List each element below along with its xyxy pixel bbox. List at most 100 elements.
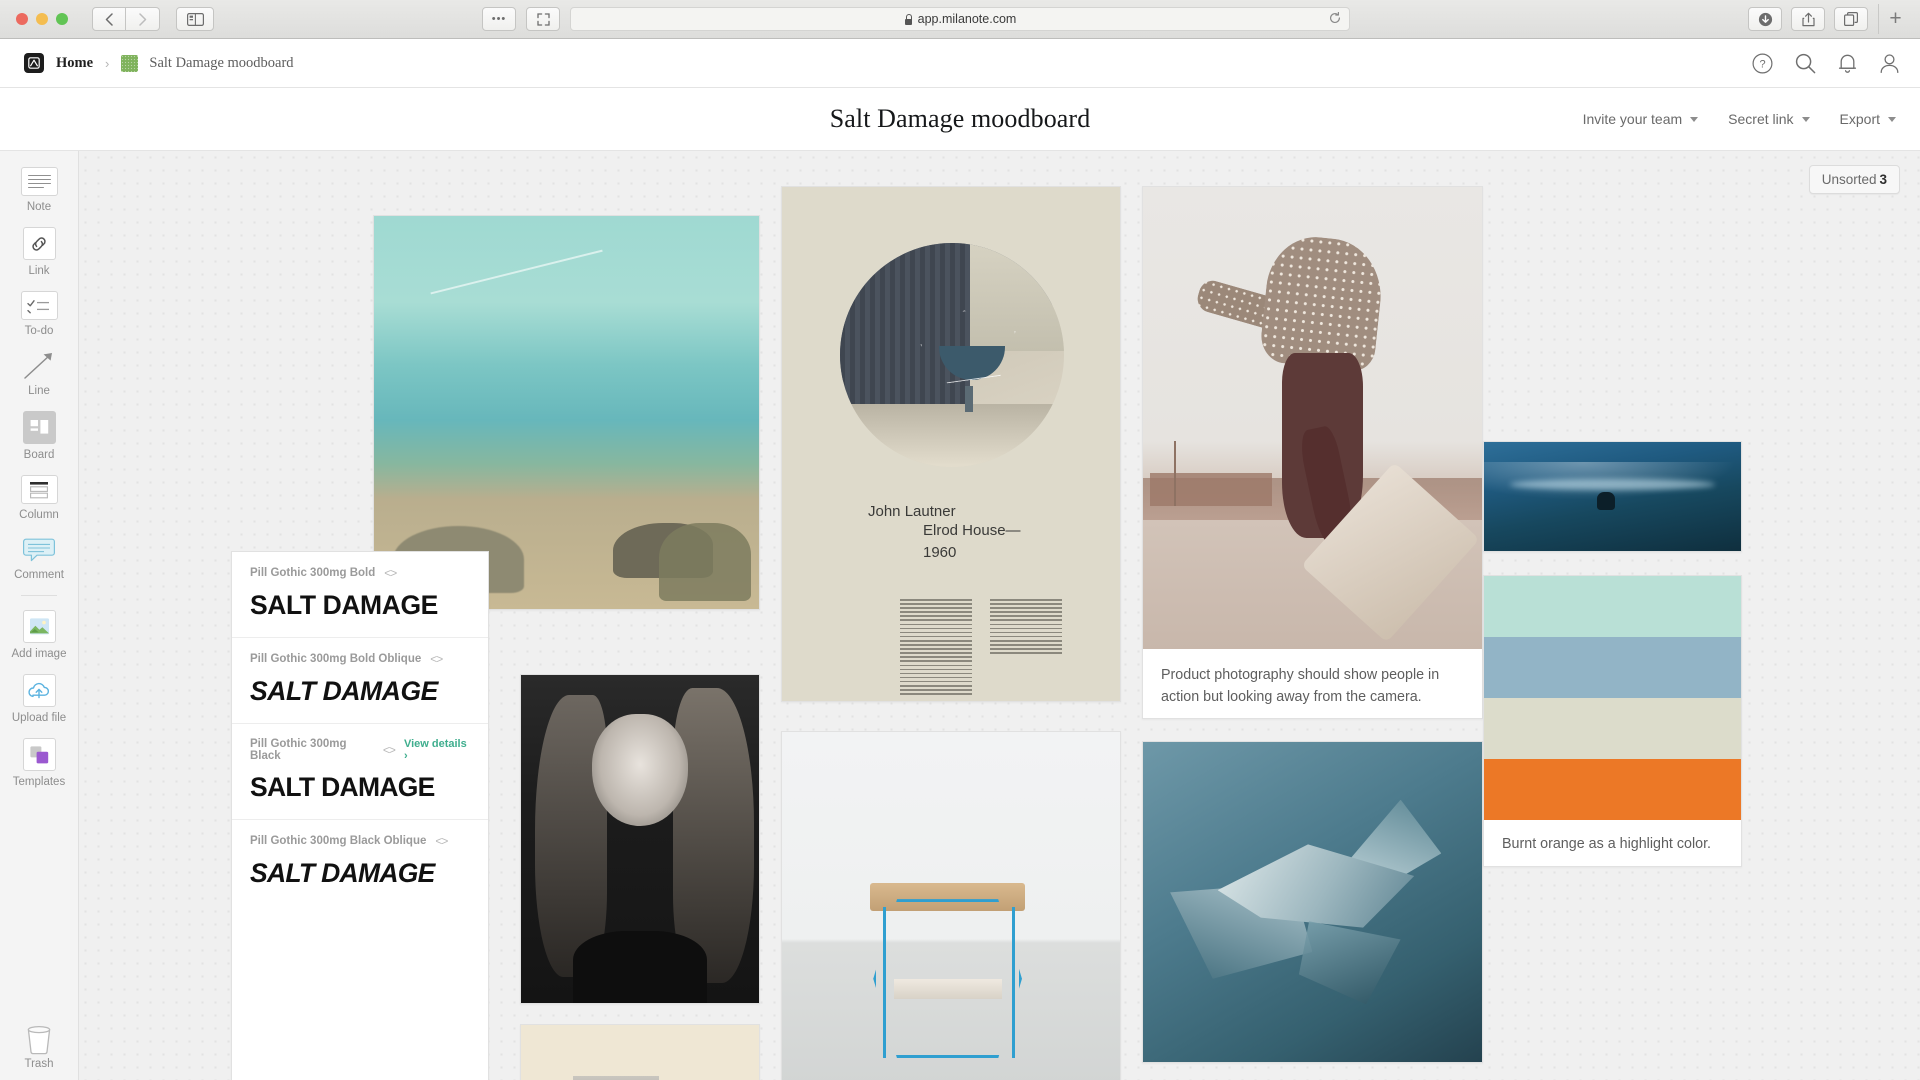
type-name: Pill Gothic 300mg Bold [250,567,376,579]
card-surfer-wave-photo[interactable] [1483,441,1742,552]
type-specimen: SALT DAMAGE [250,858,435,888]
export-button[interactable]: Export [1840,111,1896,127]
forward-button[interactable] [126,7,160,31]
maximize-window-button[interactable] [56,13,68,25]
card-color-palette[interactable]: Burnt orange as a highlight color. [1483,575,1742,867]
back-button[interactable] [92,7,126,31]
card-portrait-photo[interactable] [520,674,760,1004]
breadcrumb-home-link[interactable]: Home [56,55,93,72]
type-row[interactable]: Pill Gothic 300mg Bold Oblique <> SALT D… [232,638,488,724]
invite-your-team-button[interactable]: Invite your team [1583,111,1699,127]
type-name: Pill Gothic 300mg Black Oblique [250,835,427,847]
card-skateboarder-photo[interactable]: Product photography should show people i… [1142,186,1483,719]
type-specimen: SALT DAMAGE [250,772,435,802]
search-icon[interactable] [1795,53,1816,74]
type-specimen: SALT DAMAGE [250,676,438,706]
palette-swatch-burnt-orange [1484,759,1741,820]
downloads-button[interactable] [1748,7,1782,31]
tool-line[interactable]: Line [0,351,78,397]
view-details-link[interactable]: View details › [404,738,470,762]
code-icon[interactable]: <> [384,566,397,580]
caption-burnt-orange[interactable]: Burnt orange as a highlight color. [1484,820,1741,866]
unsorted-label: Unsorted [1821,172,1877,187]
card-typography-specimens[interactable]: Pill Gothic 300mg Bold <> SALT DAMAGE Pi… [231,551,489,1080]
arrow-line-icon [21,351,58,380]
tool-link[interactable]: Link [0,227,78,277]
tool-upload-file[interactable]: Upload file [0,674,78,724]
card-hex-side-table-photo[interactable] [781,731,1121,1080]
type-meta: Pill Gothic 300mg Black Oblique <> [250,834,470,848]
reload-button[interactable] [1329,11,1341,27]
more-options-button[interactable]: ••• [482,7,516,31]
board-canvas[interactable]: Unsorted 3 John Lautner Elrod House— 196… [79,151,1920,1080]
tool-comment[interactable]: Comment [0,535,78,581]
window-traffic-lights [0,13,68,25]
surfer-wave-photo [1484,442,1741,551]
help-icon[interactable]: ? [1752,53,1773,74]
code-icon[interactable]: <> [435,834,448,848]
palette-swatch-steel-blue [1484,637,1741,698]
tool-comment-label: Comment [14,569,64,581]
board-header: Salt Damage moodboard Invite your team S… [0,88,1920,151]
card-orange-collage-photo[interactable]: m [520,1024,760,1080]
sidebar-toggle-button[interactable] [176,7,214,31]
tool-trash[interactable]: Trash [0,1024,78,1070]
type-name: Pill Gothic 300mg Black [250,738,347,762]
upload-cloud-icon [22,674,56,707]
breadcrumb-separator: › [105,55,110,71]
caption-product-photography[interactable]: Product photography should show people i… [1143,649,1482,718]
page-title[interactable]: Salt Damage moodboard [830,104,1091,134]
share-button[interactable] [1791,7,1825,31]
tool-note[interactable]: Note [0,167,78,213]
notifications-icon[interactable] [1838,53,1857,74]
type-row[interactable]: Pill Gothic 300mg Bold <> SALT DAMAGE [232,552,488,638]
tool-add-image[interactable]: Add image [0,610,78,660]
reload-icon [1330,11,1341,23]
minimize-window-button[interactable] [36,13,48,25]
card-shark-origami-photo[interactable] [1142,741,1483,1063]
type-row[interactable]: Pill Gothic 300mg Black <> View details … [232,724,488,820]
hex-side-table-photo [782,732,1120,1080]
lock-icon [904,13,913,25]
tool-templates[interactable]: Templates [0,738,78,788]
invite-your-team-label: Invite your team [1582,111,1683,127]
url-bar[interactable]: app.milanote.com [570,7,1350,31]
milanote-logo-icon[interactable] [24,53,44,73]
fullscreen-button[interactable] [526,7,560,31]
palette-swatch-mint [1484,576,1741,637]
poster-line-3: 1960 [923,543,957,561]
tool-line-label: Line [28,385,50,397]
comment-icon [21,535,58,564]
palette-swatch-beige [1484,698,1741,759]
type-meta: Pill Gothic 300mg Bold <> [250,566,470,580]
tab-overview-button[interactable] [1834,7,1868,31]
chevron-right-icon [138,12,146,26]
secret-link-button[interactable]: Secret link [1728,111,1810,127]
type-row[interactable]: Pill Gothic 300mg Black Oblique <> SALT … [232,820,488,905]
trash-icon [21,1024,58,1054]
code-icon[interactable]: <> [383,743,396,757]
tool-add-image-label: Add image [11,648,67,660]
navigation-buttons [92,7,160,31]
poster-line-1: John Lautner [868,503,956,520]
chevron-down-icon [1888,116,1896,122]
download-icon [1758,12,1772,26]
new-tab-button[interactable]: + [1878,4,1912,34]
tool-column[interactable]: Column [0,475,78,521]
breadcrumb-board-name[interactable]: Salt Damage moodboard [149,55,293,72]
note-icon [20,167,58,196]
tool-board-label: Board [23,449,55,461]
tool-todo[interactable]: To-do [0,291,78,337]
unsorted-badge[interactable]: Unsorted 3 [1808,165,1900,194]
board-header-actions: Invite your team Secret link Export [1583,111,1896,127]
expand-icon [536,12,550,26]
export-label: Export [1839,111,1880,127]
type-specimen: SALT DAMAGE [250,590,438,620]
account-icon[interactable] [1879,53,1900,74]
tool-board[interactable]: Board [0,411,78,461]
card-john-lautner-poster[interactable]: John Lautner Elrod House— 1960 [781,186,1121,702]
browser-chrome: ••• app.milanote.com + [0,0,1920,39]
code-icon[interactable]: <> [430,652,443,666]
close-window-button[interactable] [16,13,28,25]
portrait-photo [521,675,759,1003]
